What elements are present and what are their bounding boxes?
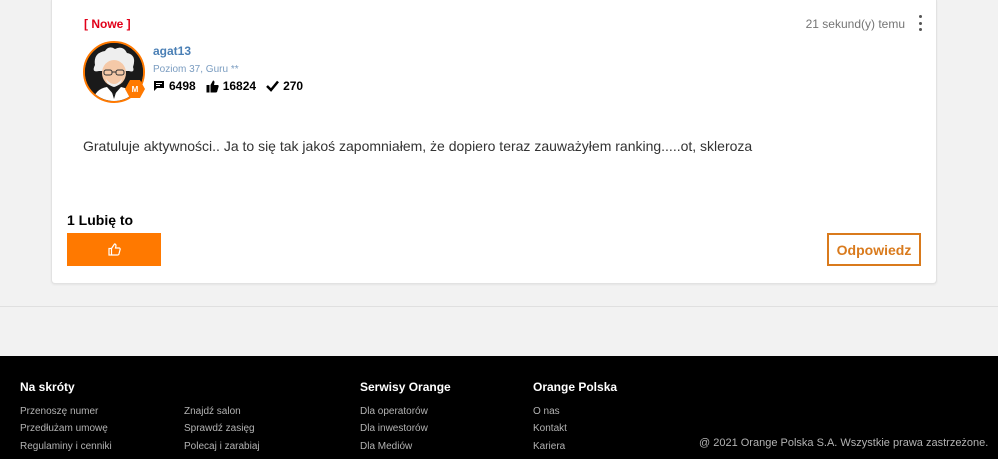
footer-heading-shortcuts: Na skróty xyxy=(20,380,75,394)
footer-link-sprawdz-zasieg[interactable]: Sprawdź zasięg xyxy=(184,423,255,434)
kebab-menu-icon[interactable] xyxy=(916,15,924,31)
footer-link-o-nas[interactable]: O nas xyxy=(533,406,560,417)
post-timestamp: 21 sekund(y) temu xyxy=(805,17,905,31)
post-body: Gratuluje aktywności.. Ja to się tak jak… xyxy=(83,138,753,154)
posts-count: 6498 xyxy=(169,79,196,93)
thumbs-up-outline-icon xyxy=(107,243,121,256)
footer-heading-serwisy: Serwisy Orange xyxy=(360,380,451,394)
footer-link-znajdz-salon[interactable]: Znajdź salon xyxy=(184,406,241,417)
solutions-count: 270 xyxy=(283,79,304,93)
footer-link-regulaminy[interactable]: Regulaminy i cenniki xyxy=(20,441,112,452)
post-card: [ Nowe ] 21 sekund(y) temu M agat13 Pozi… xyxy=(51,0,937,284)
reply-button[interactable]: Odpowiedz xyxy=(827,233,921,266)
footer-link-polecaj[interactable]: Polecaj i zarabiaj xyxy=(184,441,260,452)
new-post-tag: [ Nowe ] xyxy=(84,17,131,31)
checkmark-icon xyxy=(266,80,280,92)
footer-link-dla-operatorow[interactable]: Dla operatorów xyxy=(360,406,428,417)
thumbs-up-icon xyxy=(206,80,219,92)
footer-link-dla-inwestorow[interactable]: Dla inwestorów xyxy=(360,423,428,434)
footer-link-przenosze-numer[interactable]: Przenoszę numer xyxy=(20,406,98,417)
author-rank: Poziom 37, Guru ** xyxy=(153,64,239,75)
page-separator-band xyxy=(0,306,998,356)
solutions-stat: 270 xyxy=(266,79,303,93)
author-stats: 6498 16824 270 xyxy=(153,79,313,93)
speech-bubble-icon xyxy=(154,81,164,91)
footer-link-kariera[interactable]: Kariera xyxy=(533,441,565,452)
author-username[interactable]: agat13 xyxy=(153,44,191,58)
posts-stat: 6498 xyxy=(153,79,196,93)
footer-link-kontakt[interactable]: Kontakt xyxy=(533,423,567,434)
footer: Na skróty Przenoszę numer Przedłużam umo… xyxy=(0,356,998,459)
footer-link-przedluzam-umowe[interactable]: Przedłużam umowę xyxy=(20,423,108,434)
footer-link-dla-mediow[interactable]: Dla Mediów xyxy=(360,441,412,452)
like-button[interactable] xyxy=(67,233,161,266)
likes-count: 16824 xyxy=(222,79,257,93)
footer-heading-orange-polska: Orange Polska xyxy=(533,380,618,394)
footer-copyright: @ 2021 Orange Polska S.A. Wszystkie praw… xyxy=(699,437,989,449)
likes-count-label[interactable]: 1 Lubię to xyxy=(67,212,133,228)
likes-stat: 16824 xyxy=(206,79,256,93)
